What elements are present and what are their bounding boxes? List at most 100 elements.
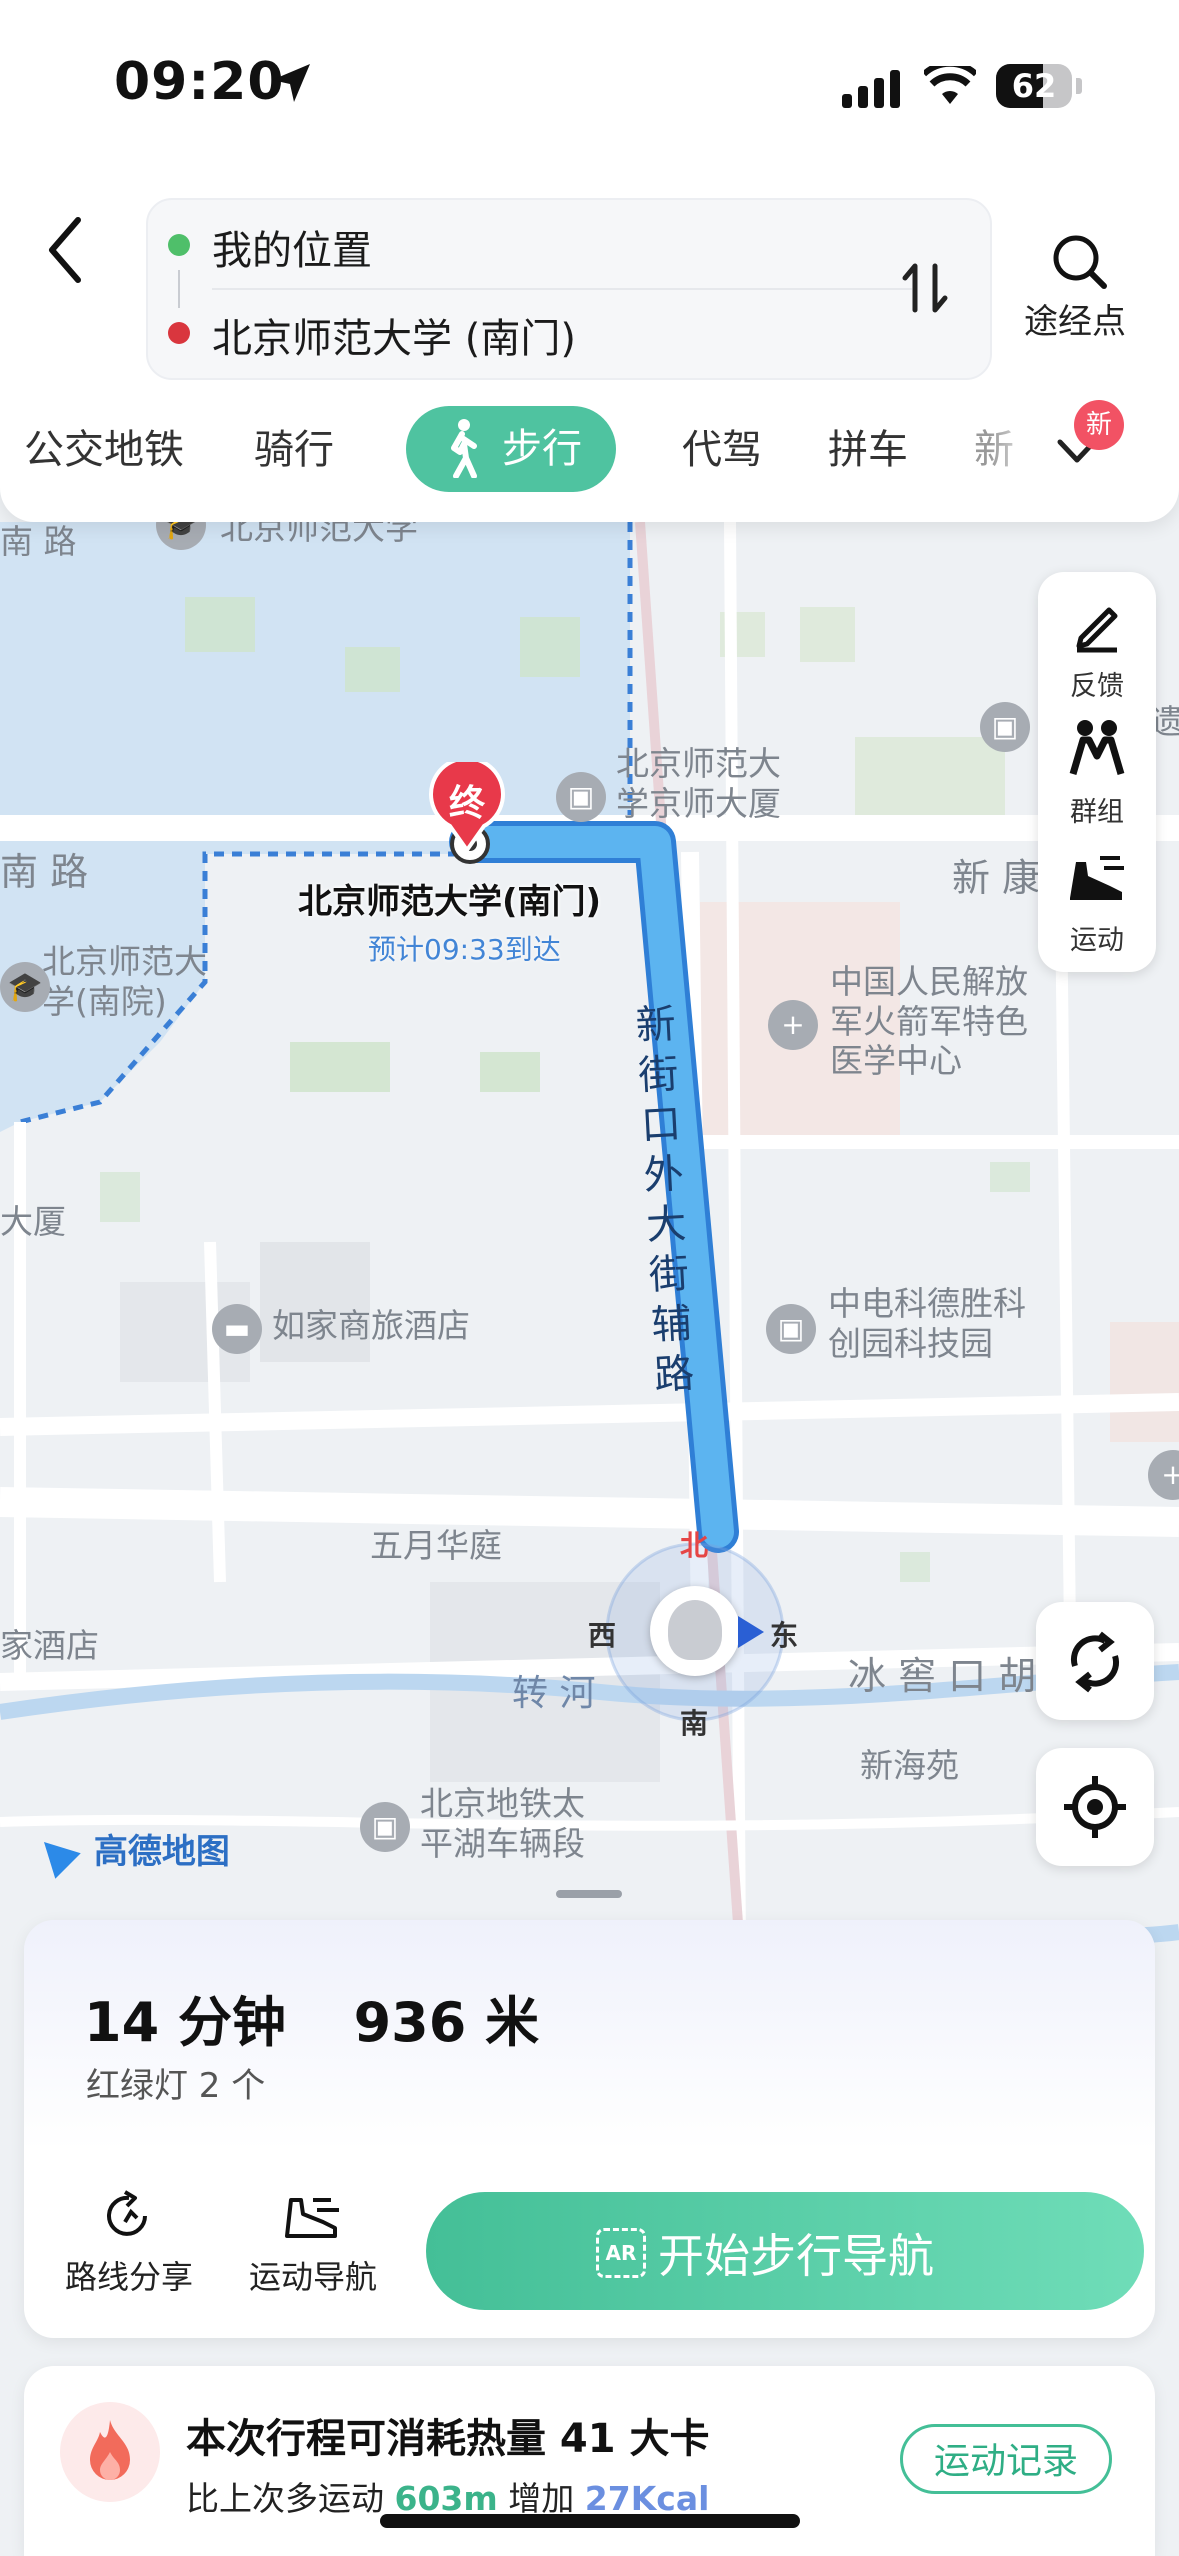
hotel-poi-icon: ▬ <box>212 1304 262 1354</box>
refresh-route-button[interactable] <box>1036 1602 1154 1720</box>
back-arrow-icon[interactable] <box>38 210 98 290</box>
map-label-bnu: 北京师范大学 <box>220 522 418 547</box>
side-tools-panel: 反馈 群组 运动 <box>1038 572 1156 972</box>
map-label-xinhaiyuan: 新海苑 <box>860 1746 959 1785</box>
sport-record-button[interactable]: 运动记录 <box>900 2424 1112 2494</box>
location-arrow-icon <box>272 64 310 102</box>
feedback-label: 反馈 <box>1070 671 1124 702</box>
calorie-mid: 增加 <box>508 2479 575 2518</box>
tab-walk[interactable]: 步行 <box>406 406 616 492</box>
swap-route-icon[interactable] <box>900 258 950 318</box>
feedback-button[interactable]: 反馈 <box>1038 586 1156 706</box>
route-input-box: 我的位置 北京师范大学 (南门) <box>146 198 992 380</box>
transport-mode-tabs: 公交地铁 骑行 步行 代驾 拼车 新 新 <box>0 400 1179 500</box>
map-label-wuyue: 五月华庭 <box>370 1526 502 1565</box>
school-poi-icon: 🎓 <box>0 962 50 1012</box>
end-marker-text: 终 <box>448 783 485 824</box>
waypoint-button[interactable]: 途经点 <box>1010 232 1150 352</box>
destination-dot <box>168 322 190 344</box>
sport-button[interactable]: 运动 <box>1038 840 1156 960</box>
locate-crosshair-icon <box>1064 1776 1126 1838</box>
calorie-title: 本次行程可消耗热量 41 大卡 <box>186 2416 710 2462</box>
sport-navigation-button[interactable]: 运动导航 <box>238 2188 388 2298</box>
destination-end-marker[interactable]: 终 <box>428 756 506 854</box>
map-label-jingshi-building: 北京师范大 学京师大厦 <box>616 744 781 823</box>
status-bar: 09:20 62 <box>0 0 1179 180</box>
route-duration-distance: 14 分钟 936 米 <box>84 1978 539 2057</box>
map-view[interactable]: 北京师范大学 南 路 北京师范大 学(南院) 北京师范大 学京师大厦 新 康 中… <box>0 522 1179 1952</box>
waypoint-label: 途经点 <box>1024 302 1126 342</box>
map-label-road-nan: 南 路 <box>0 850 89 894</box>
tab-chauffeur[interactable]: 代驾 <box>682 400 762 500</box>
group-button[interactable]: 群组 <box>1038 712 1156 832</box>
group-people-icon <box>1069 720 1125 775</box>
route-distance: 936 米 <box>353 1991 540 2054</box>
calorie-prefix: 比上次多运动 <box>186 2479 384 2518</box>
route-top-panel: 09:20 62 我的位置 北京师范大学 (南门) 途经点 公交地铁 骑行 步行… <box>0 0 1179 522</box>
tabs-fade <box>990 400 1040 500</box>
building-poi-icon: ▣ <box>766 1304 816 1354</box>
map-label-bnu-south: 北京师范大 学(南院) <box>42 942 207 1021</box>
home-indicator[interactable] <box>380 2514 800 2528</box>
sport-shoe-icon <box>1070 856 1124 900</box>
compass-east: 东 <box>770 1619 799 1652</box>
extra-distance: 603m <box>394 2479 498 2518</box>
start-walk-navigation-label: 开始步行导航 <box>658 2229 934 2283</box>
origin-field[interactable]: 我的位置 <box>212 218 372 276</box>
feedback-pen-icon <box>1076 607 1118 653</box>
eta-label: 预计09:33到达 <box>368 933 561 966</box>
sport-label: 运动 <box>1070 925 1124 956</box>
flame-icon <box>60 2402 160 2502</box>
route-divider <box>212 288 912 290</box>
destination-label: 北京师范大学(南门) <box>298 882 602 922</box>
ar-icon: AR <box>596 2228 646 2278</box>
route-connector <box>178 270 180 308</box>
building-poi-icon: ▣ <box>556 772 606 822</box>
map-label-bingjiao: 冰 窖 口 胡 <box>848 1654 1037 1698</box>
map-label-road: 南 路 <box>0 522 77 561</box>
avatar-icon <box>668 1600 722 1660</box>
calorie-comparison: 比上次多运动 603m 增加 27Kcal <box>186 2472 709 2520</box>
status-time: 09:20 <box>114 52 285 112</box>
map-label-zhongdian: 中电科德胜科 创园科技园 <box>828 1284 1026 1363</box>
sport-navigation-label: 运动导航 <box>248 2258 377 2296</box>
start-walk-navigation-button[interactable]: AR 开始步行导航 <box>426 2192 1144 2310</box>
refresh-icon <box>1070 1631 1120 1693</box>
compass-west: 西 <box>588 1619 617 1652</box>
map-label-subway-depot: 北京地铁太 平湖车辆段 <box>420 1784 585 1863</box>
tab-carpool[interactable]: 拼车 <box>828 400 908 500</box>
hospital-poi-icon: + <box>768 1000 818 1050</box>
route-duration: 14 分钟 <box>84 1991 286 2054</box>
new-badge: 新 <box>1074 400 1124 450</box>
wifi-icon <box>924 66 976 104</box>
map-label-zhuanhe: 转 河 <box>512 1673 596 1714</box>
traffic-lights-info: 红绿灯 2 个 <box>86 2066 266 2106</box>
extra-kcal: 27Kcal <box>584 2479 710 2518</box>
compass-north: 北 <box>680 1529 709 1562</box>
map-label-rujia: 如家商旅酒店 <box>272 1306 470 1345</box>
destination-field[interactable]: 北京师范大学 (南门) <box>212 306 576 364</box>
direction-arrow-icon <box>738 1616 764 1648</box>
amap-brand-text: 高德地图 <box>93 1832 230 1872</box>
tab-walk-label: 步行 <box>502 426 582 472</box>
locate-me-button[interactable] <box>1036 1748 1154 1866</box>
map-label-hospital: 中国人民解放 军火箭军特色 医学中心 <box>830 962 1028 1081</box>
building-poi-icon: ▣ <box>360 1802 410 1852</box>
battery-percent: 62 <box>1011 67 1057 105</box>
compass-south: 南 <box>680 1707 709 1740</box>
map-label-hotel: 家酒店 <box>0 1626 99 1665</box>
map-label-xinkang: 新 康 <box>952 856 1041 900</box>
walking-person-icon <box>451 419 477 478</box>
route-summary-card: 14 分钟 936 米 红绿灯 2 个 路线分享 运动导航 AR 开始步行导航 <box>24 1920 1155 2338</box>
tab-bike[interactable]: 骑行 <box>254 400 334 500</box>
cellular-signal-icon <box>842 70 900 108</box>
amap-brand: 高德地图 <box>31 1824 230 1879</box>
sheet-drag-handle[interactable] <box>556 1890 622 1898</box>
share-route-button[interactable]: 路线分享 <box>54 2188 204 2298</box>
tab-transit[interactable]: 公交地铁 <box>24 400 184 500</box>
share-route-label: 路线分享 <box>64 2258 193 2296</box>
building-poi-icon: ▣ <box>980 702 1030 752</box>
map-label-daxia: 大厦 <box>0 1202 66 1241</box>
battery-icon: 62 <box>996 64 1072 108</box>
battery-cap <box>1076 78 1082 94</box>
